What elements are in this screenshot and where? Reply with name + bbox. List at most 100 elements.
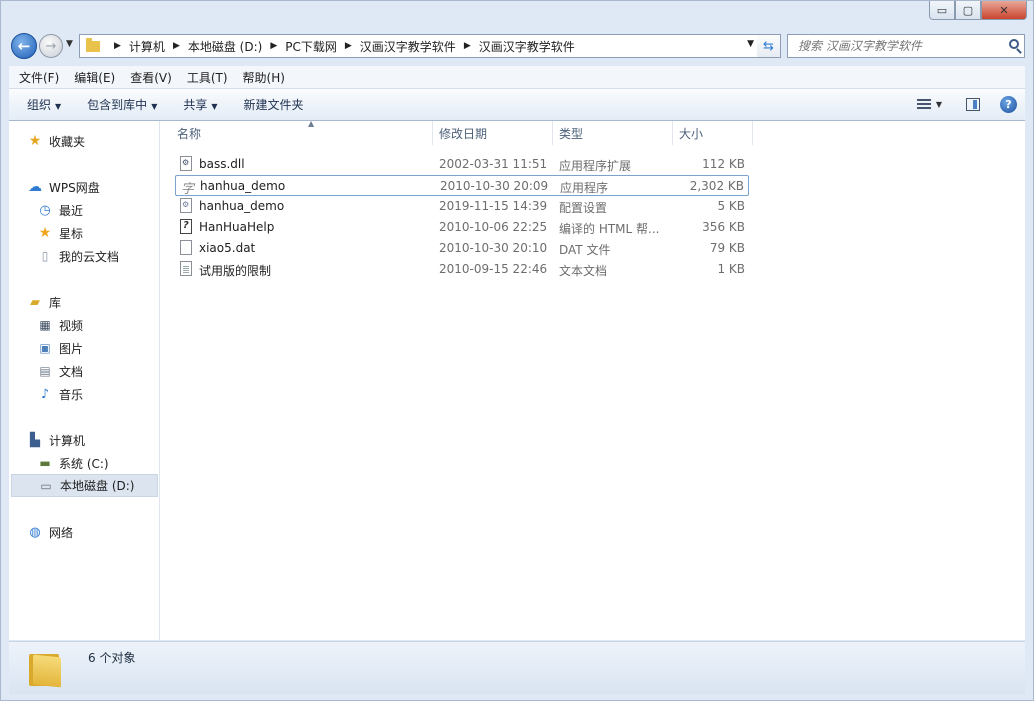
sidebar-wps[interactable]: ☁ WPS网盘	[27, 176, 100, 198]
sidebar-label: 图片	[59, 341, 84, 356]
star-icon: ★	[28, 133, 42, 149]
file-list: 名称 ▲ 修改日期 类型 大小 bass.dll 2002-03-31 11:51…	[160, 119, 1025, 640]
column-header-type[interactable]: 类型	[553, 121, 673, 145]
caret-down-icon: ▼	[151, 102, 158, 111]
search-box[interactable]	[787, 34, 1025, 58]
share-button[interactable]: 共享 ▼	[175, 96, 225, 113]
include-library-button[interactable]: 包含到库中 ▼	[79, 96, 165, 113]
computer-icon: ▙	[30, 432, 40, 448]
refresh-button[interactable]: ⇆	[757, 34, 781, 58]
view-list-icon[interactable]	[916, 99, 931, 110]
address-dropdown-icon[interactable]: ▼	[747, 39, 754, 49]
clock-icon: ◷	[39, 202, 51, 218]
sidebar-label: 系统 (C:)	[59, 456, 109, 471]
menu-tools[interactable]: 工具(T)	[182, 69, 233, 86]
chevron-right-icon[interactable]: ▶	[173, 41, 180, 51]
breadcrumb-hanhua-current[interactable]: 汉画汉字教学软件	[479, 38, 575, 55]
exe-icon: 字	[181, 178, 195, 197]
sidebar-label: 计算机	[49, 433, 86, 448]
breadcrumb-drive-d[interactable]: 本地磁盘 (D:)	[188, 38, 262, 55]
file-name: hanhua_demo	[199, 199, 285, 213]
sidebar-label: 最近	[59, 203, 84, 218]
network-icon: ◍	[29, 524, 41, 540]
chevron-right-icon[interactable]: ▶	[114, 41, 121, 51]
chevron-right-icon[interactable]: ▶	[464, 41, 471, 51]
folder-icon	[86, 37, 100, 52]
sidebar-library[interactable]: ▰ 库	[27, 291, 61, 313]
picture-icon: ▣	[39, 341, 51, 355]
file-row[interactable]: xiao5.dat 2010-10-30 20:10 DAT 文件 79 KB	[175, 238, 749, 259]
sidebar-item-videos[interactable]: ▦ 视频	[37, 314, 83, 336]
sidebar-item-starred[interactable]: ★ 星标	[37, 222, 83, 244]
back-button[interactable]: ←	[11, 33, 37, 59]
search-input[interactable]	[796, 38, 1005, 54]
menu-file[interactable]: 文件(F)	[14, 69, 64, 86]
sidebar-item-cloud-docs[interactable]: ▯ 我的云文档	[37, 245, 119, 267]
column-header-date[interactable]: 修改日期	[433, 121, 553, 145]
file-row[interactable]: 字 hanhua_demo 2010-10-30 20:09 应用程序 2,30…	[175, 175, 749, 197]
breadcrumb-pc-download[interactable]: PC下载网	[285, 38, 337, 55]
sidebar-item-documents[interactable]: ▤ 文档	[37, 360, 83, 382]
breadcrumb-computer[interactable]: 计算机	[129, 38, 165, 55]
chevron-right-icon[interactable]: ▶	[345, 41, 352, 51]
chm-icon	[180, 219, 194, 234]
sidebar-item-drive-d[interactable]: ▭ 本地磁盘 (D:)	[11, 474, 158, 497]
chevron-right-icon[interactable]: ▶	[270, 41, 277, 51]
menu-edit[interactable]: 编辑(E)	[69, 69, 120, 86]
file-name: HanHuaHelp	[199, 220, 275, 234]
file-row[interactable]: hanhua_demo 2019-11-15 14:39 配置设置 5 KB	[175, 196, 749, 217]
file-type: DAT 文件	[559, 243, 611, 257]
maximize-button[interactable]: ▢	[955, 1, 981, 20]
file-name: hanhua_demo	[200, 179, 286, 193]
minimize-button[interactable]: ▭	[929, 1, 955, 20]
caret-down-icon: ▼	[211, 102, 218, 111]
help-icon[interactable]: ?	[1000, 96, 1017, 113]
sidebar-network[interactable]: ◍ 网络	[27, 521, 73, 543]
drive-icon: ▭	[40, 478, 52, 493]
organize-button[interactable]: 组织 ▼	[19, 96, 69, 113]
sidebar-favorites[interactable]: ★ 收藏夹	[27, 130, 85, 152]
new-folder-button[interactable]: 新建文件夹	[236, 96, 312, 113]
sidebar-computer[interactable]: ▙ 计算机	[27, 429, 85, 451]
file-row[interactable]: HanHuaHelp 2010-10-06 22:25 编译的 HTML 帮..…	[175, 217, 749, 238]
star-icon: ★	[38, 225, 52, 241]
sidebar-item-music[interactable]: ♪ 音乐	[37, 383, 83, 405]
file-size: 356 KB	[702, 220, 745, 234]
view-controls: ▼ ?	[916, 89, 1025, 120]
file-type: 编译的 HTML 帮...	[559, 222, 660, 236]
file-size: 5 KB	[717, 199, 745, 213]
navigation-pane: ★ 收藏夹 ☁ WPS网盘 ◷ 最近 ★ 星标 ▯ 我的云文档 ▰ 库 ▦ 视频 ▣ 图片	[9, 121, 160, 640]
address-bar[interactable]: ▶ 计算机 ▶ 本地磁盘 (D:) ▶ PC下载网 ▶ 汉画汉字教学软件 ▶ 汉…	[79, 34, 759, 58]
file-name: 试用版的限制	[199, 264, 272, 278]
menu-help[interactable]: 帮助(H)	[238, 69, 290, 86]
sort-ascending-icon: ▲	[308, 119, 315, 128]
column-header-size[interactable]: 大小	[673, 121, 753, 145]
history-dropdown-icon[interactable]: ▼	[66, 39, 73, 49]
sidebar-item-pictures[interactable]: ▣ 图片	[37, 337, 83, 359]
forward-button[interactable]: →	[39, 34, 63, 58]
sidebar-item-drive-c[interactable]: ▬ 系统 (C:)	[37, 452, 109, 474]
search-icon[interactable]	[1009, 39, 1019, 49]
close-button[interactable]: ✕	[981, 1, 1027, 20]
sidebar-item-recent[interactable]: ◷ 最近	[37, 199, 83, 221]
preview-pane-icon[interactable]	[966, 98, 980, 111]
sidebar-label: 视频	[59, 318, 84, 333]
document-icon: ▯	[41, 249, 49, 263]
file-row[interactable]: bass.dll 2002-03-31 11:51 应用程序扩展 112 KB	[175, 154, 749, 175]
view-dropdown-icon[interactable]: ▼	[936, 100, 942, 109]
video-icon: ▦	[39, 318, 51, 332]
breadcrumb-hanhua-parent[interactable]: 汉画汉字教学软件	[360, 38, 456, 55]
menu-view[interactable]: 查看(V)	[125, 69, 177, 86]
file-name: bass.dll	[199, 157, 245, 171]
config-icon	[180, 198, 194, 213]
file-size: 1 KB	[717, 262, 745, 276]
file-size: 2,302 KB	[689, 179, 744, 193]
file-size: 112 KB	[702, 157, 745, 171]
item-count: 6 个对象	[88, 651, 136, 665]
file-type: 配置设置	[559, 201, 608, 215]
navigation-bar: ← → ▼ ▶ 计算机 ▶ 本地磁盘 (D:) ▶ PC下载网 ▶ 汉画汉字教学…	[9, 31, 1025, 61]
system-drive-icon: ▬	[39, 456, 51, 470]
details-pane: 6 个对象	[9, 641, 1025, 694]
file-row[interactable]: 试用版的限制 2010-09-15 22:46 文本文档 1 KB	[175, 259, 749, 280]
column-header-name[interactable]: 名称 ▲	[171, 119, 433, 145]
